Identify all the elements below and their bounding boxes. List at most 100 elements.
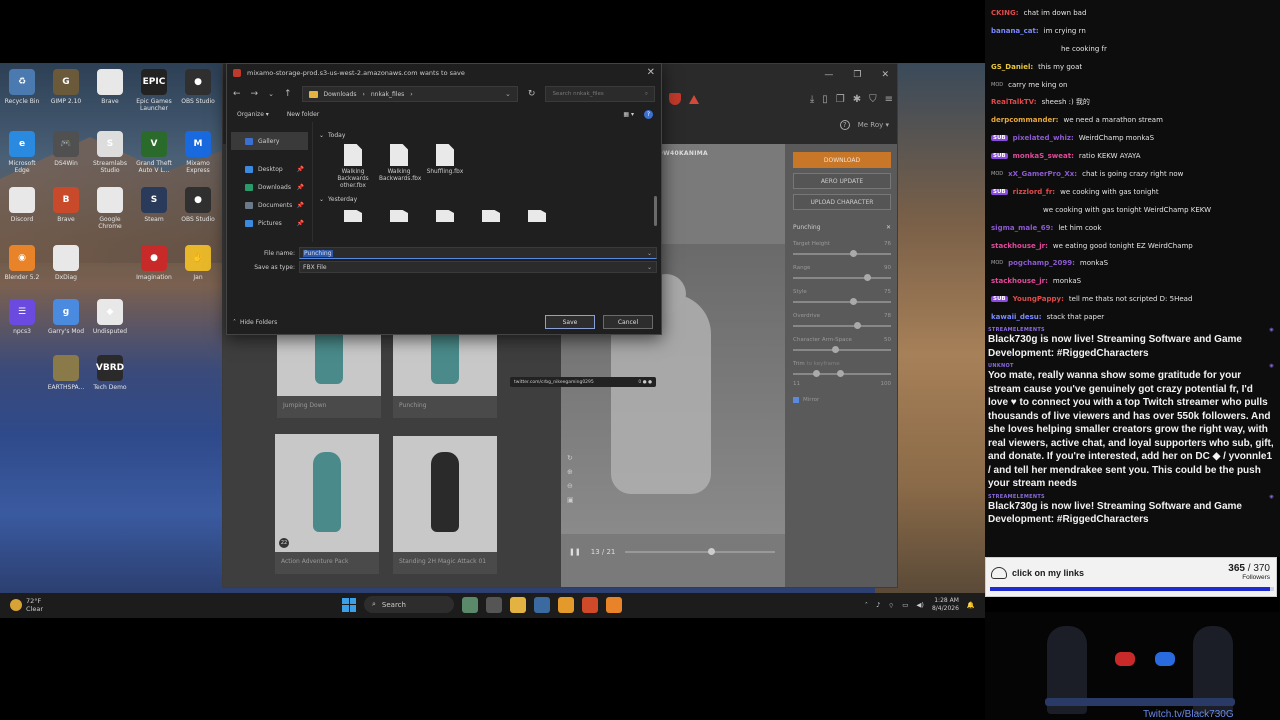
zoom-in-icon[interactable]: ⊕	[567, 468, 574, 476]
search-input[interactable]: Search nnkak_files ⌕	[545, 86, 655, 102]
notification-icon[interactable]: 🔔	[967, 601, 975, 609]
nav-item-documents[interactable]: Documents 📌	[227, 196, 312, 214]
file-item[interactable]: Shuffling.fbx	[425, 144, 465, 176]
desktop-shortcut[interactable]: B Brave	[44, 187, 88, 223]
desktop-shortcut[interactable]: ☰ npcs3	[0, 299, 44, 335]
streamer-app-icon[interactable]	[558, 596, 574, 613]
hide-folders-toggle[interactable]: ˄ Hide Folders	[233, 319, 277, 326]
start-icon[interactable]	[342, 597, 356, 612]
sidebar-icon[interactable]: ▯	[822, 94, 828, 105]
nav-item-gallery[interactable]: Gallery	[231, 132, 308, 150]
slider-bar[interactable]	[793, 370, 891, 377]
setting-slider[interactable]: Style 75	[791, 289, 893, 305]
view-options-icon[interactable]: ▦ ▾	[623, 111, 634, 118]
camera-icon[interactable]: ▣	[567, 496, 574, 504]
timeline-knob[interactable]	[707, 548, 715, 555]
address-bar[interactable]: Downloads › nnkak_files › ⌄	[301, 86, 518, 102]
task-view-icon[interactable]	[486, 596, 502, 613]
file-item[interactable]	[517, 210, 557, 225]
save-type-select[interactable]: FBX File ⌄	[299, 261, 657, 273]
weather-widget[interactable]: 72°F Clear	[10, 597, 43, 613]
desktop-shortcut[interactable]: g Garry's Mod	[44, 299, 88, 335]
file-explorer-icon[interactable]	[510, 596, 526, 613]
setting-slider[interactable]: Overdrive 78	[791, 313, 893, 329]
desktop-shortcut[interactable]: M Mixamo Express	[176, 131, 220, 174]
upload-character-button[interactable]: UPLOAD CHARACTER	[793, 194, 891, 210]
chevron-down-icon[interactable]: ⌄	[505, 90, 511, 98]
brave-shield-icon[interactable]	[669, 93, 681, 105]
copy-icon[interactable]: ❐	[836, 94, 845, 105]
forward-icon[interactable]: →	[251, 89, 259, 99]
desktop-shortcut[interactable]: 🎮 DS4Win	[44, 131, 88, 167]
animation-card[interactable]: Standing 2H Magic Attack 01	[393, 436, 497, 574]
trim-slider[interactable]: Trim to keyframe 11 100	[791, 361, 893, 387]
brave-icon[interactable]	[582, 596, 598, 613]
desktop-shortcut[interactable]: DxDiag	[44, 245, 88, 281]
slider-knob[interactable]	[832, 346, 840, 353]
clock[interactable]: 1:28 AM 8/4/2026	[932, 597, 959, 613]
desktop-shortcut[interactable]: ◉ Blender 5.2	[0, 245, 44, 281]
slider-bar[interactable]	[793, 346, 891, 353]
up-icon[interactable]: ↑	[284, 89, 292, 99]
group-header-yesterday[interactable]: ⌄ Yesterday	[319, 196, 357, 203]
desktop-shortcut[interactable]: ◆ Undisputed	[88, 299, 132, 335]
slider-knob[interactable]	[849, 298, 857, 305]
minimize-icon[interactable]: —	[824, 70, 833, 80]
slider-bar[interactable]	[793, 298, 891, 305]
steam-icon[interactable]	[534, 596, 550, 613]
desktop-shortcut[interactable]: ● Imagination	[132, 245, 176, 281]
brave-rewards-icon[interactable]	[689, 94, 699, 104]
timeline-track[interactable]	[625, 548, 775, 555]
chevron-down-icon[interactable]: ⌄	[647, 250, 652, 257]
desktop-shortcut[interactable]: Discord	[0, 187, 44, 223]
rotate-icon[interactable]: ↻	[567, 454, 574, 462]
mirror-checkbox[interactable]: Mirror	[791, 397, 893, 403]
setting-slider[interactable]: Range 90	[791, 265, 893, 281]
pause-icon[interactable]: ❚❚	[569, 548, 581, 556]
setting-slider[interactable]: Target Height 76	[791, 241, 893, 257]
slider-knob[interactable]	[863, 274, 871, 281]
desktop-shortcut[interactable]: e Microsoft Edge	[0, 131, 44, 174]
desktop-shortcut[interactable]: V Grand Theft Auto V L...	[132, 131, 176, 174]
download-icon[interactable]: ⤓	[810, 94, 814, 105]
extensions-icon[interactable]: ✱	[853, 94, 861, 105]
close-icon[interactable]: ✕	[881, 70, 889, 80]
back-icon[interactable]: ←	[233, 89, 241, 99]
maximize-icon[interactable]: ❐	[853, 70, 861, 80]
file-item[interactable]: Walking Backwards.fbx	[379, 144, 421, 183]
slider-bar[interactable]	[793, 274, 891, 281]
desktop-shortcut[interactable]: EPIC Epic Games Launcher	[132, 69, 176, 112]
network-icon[interactable]: ▭	[902, 601, 908, 609]
file-item[interactable]	[425, 210, 465, 225]
file-item[interactable]	[471, 210, 511, 225]
help-icon[interactable]: ?	[839, 120, 850, 130]
taskbar-search[interactable]: ⌕ Search	[364, 596, 454, 613]
file-item[interactable]	[379, 210, 419, 225]
nav-item-pictures[interactable]: Pictures 📌	[227, 214, 312, 232]
nav-item-desktop[interactable]: Desktop 📌	[227, 160, 312, 178]
desktop-shortcut[interactable]: Brave	[88, 69, 132, 105]
desktop-shortcut[interactable]: ● OBS Studio	[176, 187, 220, 223]
breadcrumb-item[interactable]: nnkak_files	[371, 91, 404, 98]
desktop-shortcut[interactable]: S Streamlabs Studio	[88, 131, 132, 174]
chevron-down-icon[interactable]: ⌄	[647, 264, 652, 271]
user-menu[interactable]: Me Roy ▾	[858, 121, 889, 129]
desktop-shortcut[interactable]: ✋ Jan	[176, 245, 220, 281]
recent-icon[interactable]: ⌄	[268, 90, 274, 98]
slider-bar[interactable]	[793, 322, 891, 329]
microphone-icon[interactable]: ♪	[876, 601, 880, 609]
wifi-icon[interactable]: ⌔	[888, 601, 894, 610]
menu-icon[interactable]: ≡	[885, 94, 893, 105]
refresh-icon[interactable]: ↻	[528, 89, 536, 99]
file-item[interactable]: Walking Backwards other.fbx	[333, 144, 373, 190]
slider-knob[interactable]	[853, 322, 861, 329]
close-icon[interactable]: ✕	[886, 224, 891, 231]
scrollbar-thumb[interactable]	[654, 196, 657, 226]
nav-item-downloads[interactable]: Downloads 📌	[227, 178, 312, 196]
file-name-input[interactable]: Punching ⌄	[299, 247, 657, 259]
breadcrumb-item[interactable]: Downloads	[324, 91, 357, 98]
slider-knob[interactable]	[849, 250, 857, 257]
desktop-shortcut[interactable]: ● OBS Studio	[176, 69, 220, 105]
desktop-shortcut[interactable]: VBRD Tech Demo	[88, 355, 132, 391]
volume-icon[interactable]: ◀)	[916, 601, 924, 609]
